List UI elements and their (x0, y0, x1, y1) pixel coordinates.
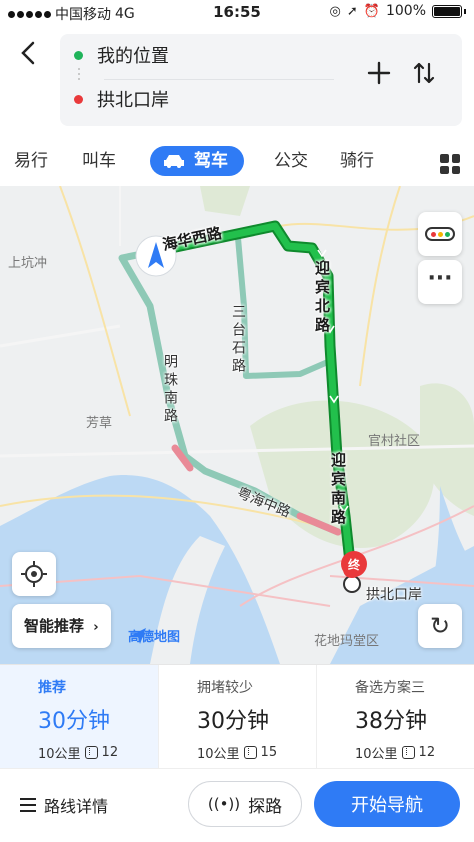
refresh-icon[interactable]: ↻ (418, 604, 462, 648)
option-meta: 10公里 15 (197, 743, 316, 762)
more-icon[interactable]: ··· (418, 260, 462, 304)
amap-logo-icon (130, 628, 146, 644)
radar-icon: ((•)) (207, 795, 241, 813)
option-distance: 10公里 (197, 747, 240, 762)
place-guancun: 官村社区 (368, 434, 421, 449)
battery-icon (432, 4, 462, 18)
origin-dot-icon (74, 50, 83, 60)
option-tag: 拥堵较少 (197, 680, 253, 696)
tab-bike[interactable]: 骑行 (340, 146, 374, 176)
place-fangcao: 芳草 (86, 416, 113, 431)
tab-drive[interactable]: 驾车 (150, 146, 244, 176)
destination-field[interactable]: 拱北口岸 (74, 84, 169, 114)
road-yingbin-north: 迎宾北路 (313, 260, 331, 336)
tab-easy[interactable]: 易行 (14, 146, 48, 176)
battery-tip (464, 8, 466, 14)
option-time: 30分钟 (38, 709, 110, 734)
option-tag: 推荐 (38, 680, 66, 696)
status-right: ◎ ➚ ⏰ 100% (330, 3, 466, 19)
option-meta: 10公里 12 (355, 743, 474, 762)
bottom-bar: 路线详情 ((•)) 探路 开始导航 (0, 768, 474, 842)
option-lights: 15 (260, 745, 278, 760)
status-bar: 中国移动 4G 16:55 ◎ ➚ ⏰ 100% (0, 0, 474, 26)
locate-icon (21, 561, 47, 587)
car-icon (164, 155, 184, 168)
traffic-light-icon (401, 746, 415, 759)
route-option-2[interactable]: 拥堵较少 30分钟 10公里 15 (158, 665, 316, 769)
traffic-light-icon (243, 746, 257, 759)
route-option-3[interactable]: 备选方案三 38分钟 10公里 12 (316, 665, 474, 769)
smart-recommend-label: 智能推荐 (24, 617, 85, 635)
route-header: 我的位置 拱北口岸 (0, 26, 474, 136)
amap-logo: 高德地图 (128, 626, 180, 645)
road-sanhe-shi: 三台石路 (230, 304, 246, 376)
origin-label: 我的位置 (97, 46, 169, 67)
origin-field[interactable]: 我的位置 (74, 40, 169, 70)
tab-taxi[interactable]: 叫车 (82, 146, 116, 176)
destination-badge: 终 (347, 558, 360, 572)
explore-label: 探路 (248, 796, 283, 817)
destination-label: 拱北口岸 (97, 90, 169, 111)
plus-icon[interactable] (366, 60, 392, 92)
road-mingzhu-south: 明珠南路 (162, 354, 178, 426)
tab-transit[interactable]: 公交 (274, 146, 308, 176)
route-option-1[interactable]: 推荐 30分钟 10公里 12 (0, 665, 158, 769)
destination-map-label: 拱北口岸 (366, 587, 422, 603)
locate-button[interactable] (12, 552, 56, 596)
option-time: 30分钟 (197, 709, 269, 734)
option-tag: 备选方案三 (355, 680, 425, 696)
smart-recommend-button[interactable]: 智能推荐 › (12, 604, 111, 648)
route-divider (104, 79, 334, 80)
route-box: 我的位置 拱北口岸 (60, 34, 462, 126)
route-options: 推荐 30分钟 10公里 12 拥堵较少 30分钟 10公里 15 备选方案三 … (0, 664, 474, 769)
road-yingbin-south: 迎宾南路 (329, 452, 347, 528)
alarm-icon: ⏰ (363, 3, 380, 19)
tabs-fade (404, 138, 430, 184)
mode-tabs: 易行 叫车 驾车 公交 骑行 (0, 138, 474, 184)
map-view[interactable]: 上坑冲 芳草 官村社区 花地玛堂区 海华西路 迎宾北路 三台石路 明珠南路 粤海… (0, 186, 474, 664)
battery-percent: 100% (385, 3, 426, 19)
location-icon: ◎ (329, 3, 341, 19)
option-meta: 10公里 12 (38, 743, 158, 762)
place-shangkengchong: 上坑冲 (8, 256, 48, 271)
option-lights: 12 (101, 745, 119, 760)
traffic-light-icon (84, 746, 98, 759)
tab-drive-label: 驾车 (194, 151, 228, 171)
chevron-right-icon: › (93, 620, 99, 635)
arrow-icon: ➚ (346, 3, 358, 19)
option-time: 38分钟 (355, 709, 427, 734)
grid-icon[interactable] (440, 154, 460, 174)
destination-dot-icon (74, 94, 83, 104)
option-lights: 12 (418, 745, 436, 760)
traffic-toggle[interactable] (418, 212, 462, 256)
traffic-icon (425, 227, 455, 241)
option-distance: 10公里 (355, 747, 398, 762)
swap-icon[interactable] (412, 60, 436, 93)
route-dots (78, 68, 80, 80)
option-distance: 10公里 (38, 747, 81, 762)
start-navigation-button[interactable]: 开始导航 (314, 781, 460, 827)
explore-button[interactable]: ((•)) 探路 (188, 781, 302, 827)
list-icon (20, 798, 36, 812)
place-huadimatang: 花地玛堂区 (314, 634, 380, 649)
route-details-button[interactable]: 路线详情 (20, 793, 108, 817)
back-icon[interactable] (14, 38, 44, 68)
route-details-label: 路线详情 (44, 797, 109, 816)
